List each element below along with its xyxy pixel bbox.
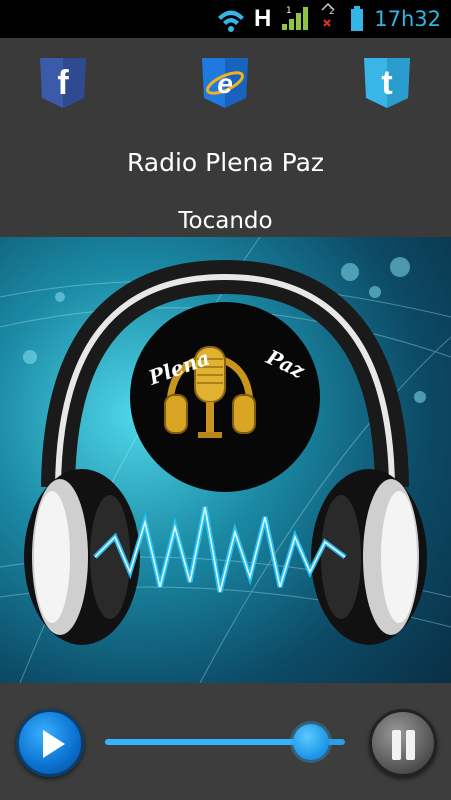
pause-icon bbox=[392, 730, 401, 760]
playback-status: Tocando bbox=[178, 208, 273, 234]
volume-fill bbox=[105, 739, 312, 745]
svg-text:1: 1 bbox=[286, 6, 292, 16]
station-title: Radio Plena Paz bbox=[126, 148, 325, 177]
station-artwork: Plena Paz bbox=[0, 237, 451, 683]
internet-explorer-icon: e bbox=[217, 68, 233, 99]
facebook-icon: f bbox=[57, 64, 69, 102]
volume-thumb[interactable] bbox=[293, 724, 330, 760]
player-controls bbox=[0, 683, 451, 800]
status-bar: H 1 2 17h32 bbox=[0, 0, 451, 38]
browser-button[interactable]: e bbox=[200, 56, 250, 110]
volume-slider[interactable] bbox=[105, 724, 345, 760]
play-button[interactable] bbox=[16, 709, 84, 777]
no-sim-icon: 2 bbox=[321, 2, 335, 27]
facebook-button[interactable]: f bbox=[38, 56, 88, 110]
twitter-button[interactable]: t bbox=[362, 56, 412, 110]
play-icon bbox=[43, 730, 65, 758]
signal-icon: 1 bbox=[282, 6, 308, 30]
headphones-artwork: Plena Paz bbox=[0, 237, 451, 683]
battery-icon bbox=[351, 6, 363, 31]
pause-button[interactable] bbox=[369, 709, 437, 777]
svg-text:2: 2 bbox=[329, 7, 335, 17]
wifi-icon bbox=[218, 10, 244, 32]
network-type-label: H bbox=[254, 5, 272, 32]
twitter-icon: t bbox=[381, 64, 392, 102]
status-clock: 17h32 bbox=[374, 7, 441, 31]
